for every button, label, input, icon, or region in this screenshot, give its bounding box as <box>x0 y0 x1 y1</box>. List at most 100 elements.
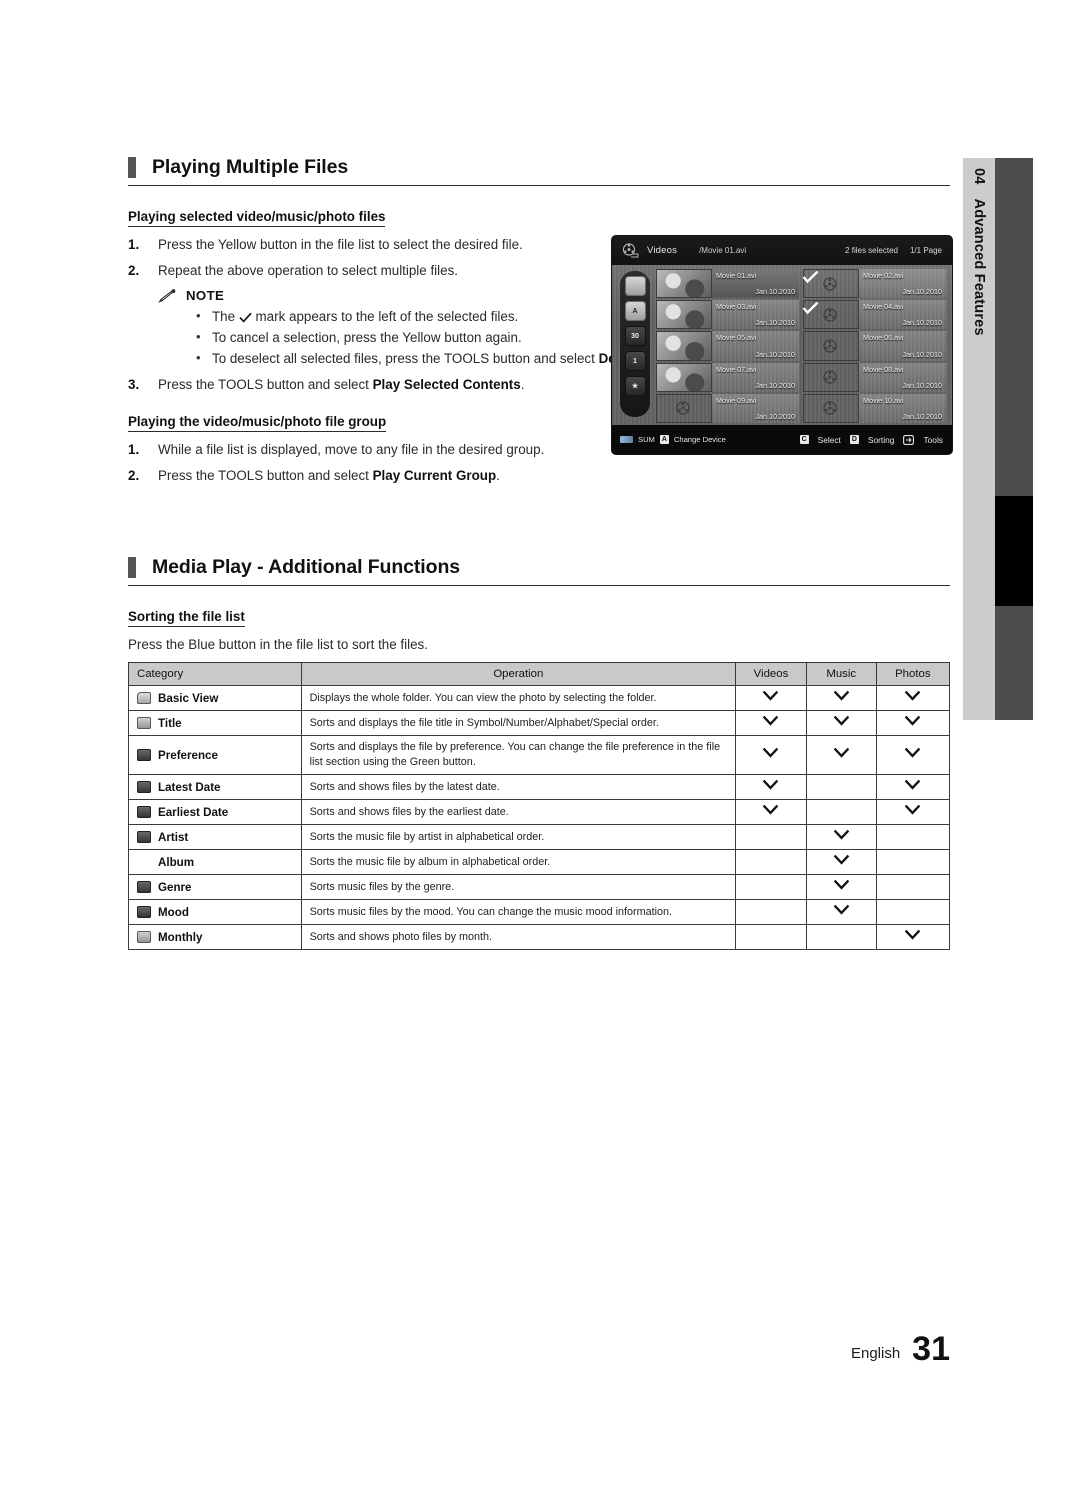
th-music: Music <box>805 662 877 686</box>
key-d-icon[interactable]: D <box>849 435 859 444</box>
tv-file-cell[interactable]: Movie 10.avi Jan.10.2010 <box>803 393 946 423</box>
checkmark-icon <box>802 301 819 315</box>
table-row: Title Sorts and displays the file title … <box>128 710 951 736</box>
category-label: Latest Date <box>158 780 221 794</box>
film-reel-icon <box>622 243 639 258</box>
cell-music <box>805 799 877 825</box>
tools-icon <box>903 434 915 445</box>
tv-file-name: Movie 05.avi <box>716 333 757 343</box>
tv-page-indicator: 1/1 Page <box>909 246 942 255</box>
cell-operation: Sorts music files by the genre. <box>300 874 737 900</box>
tv-file-cell[interactable]: Movie 07.avi Jan.10.2010 <box>656 362 799 392</box>
th-videos: Videos <box>735 662 807 686</box>
tv-file-meta: Movie 03.avi Jan.10.2010 <box>712 300 799 330</box>
cell-category: Earliest Date <box>128 799 302 825</box>
tv-change-device-label[interactable]: Change Device <box>674 435 726 444</box>
tv-file-thumbnail <box>656 331 712 361</box>
section-bullet-bar <box>128 557 136 578</box>
cell-videos <box>735 874 807 900</box>
category-label: Genre <box>158 880 192 894</box>
chevron-down-icon <box>833 854 849 865</box>
chevron-down-icon <box>833 829 849 840</box>
tv-file-name: Movie 07.avi <box>716 364 757 374</box>
table-row: Album Sorts the music file by album in a… <box>128 849 951 875</box>
genre-icon <box>137 881 151 893</box>
step-text: Press the TOOLS button and select Play C… <box>158 465 950 486</box>
tv-file-cell[interactable]: Movie 09.avi Jan.10.2010 <box>656 393 799 423</box>
sorting-intro-text: Press the Blue button in the file list t… <box>128 637 428 652</box>
film-reel-icon <box>823 370 837 384</box>
cell-music <box>805 924 877 950</box>
chevron-down-icon <box>833 715 849 726</box>
folder-icon[interactable] <box>624 276 646 296</box>
chevron-down-icon <box>763 747 779 758</box>
tv-file-thumbnail <box>656 300 712 330</box>
tv-file-cell[interactable]: Movie 06.avi Jan.10.2010 <box>803 331 946 361</box>
tv-header-bar: Videos /Movie 01.avi 2 files selected 1/… <box>612 236 952 265</box>
tv-file-cell[interactable]: Movie 02.avi Jan.10.2010 <box>802 269 946 299</box>
cell-photos <box>875 685 951 711</box>
tv-file-date: Jan.10.2010 <box>755 318 795 328</box>
step-text-bold: Play Current Group <box>372 468 497 483</box>
th-category: Category <box>128 662 302 686</box>
chevron-down-icon <box>763 804 779 815</box>
tv-footer-right: C Select D Sorting Tools <box>799 434 943 445</box>
tv-file-cell[interactable]: Movie 08.avi Jan.10.2010 <box>803 362 946 392</box>
tv-file-date: Jan.10.2010 <box>755 349 795 359</box>
key-c-icon[interactable]: C <box>799 435 809 444</box>
film-reel-icon <box>676 401 690 415</box>
cell-operation: Sorts and displays the file by preferenc… <box>300 735 737 775</box>
table-row: Basic View Displays the whole folder. Yo… <box>128 685 951 711</box>
pencil-icon <box>158 288 176 303</box>
cell-photos <box>875 735 951 775</box>
tv-file-date: Jan.10.2010 <box>902 318 942 328</box>
no-icon <box>137 856 151 868</box>
tv-file-name: Movie 09.avi <box>716 395 757 405</box>
cell-category: Basic View <box>128 685 302 711</box>
tv-file-cell[interactable]: Movie 03.avi Jan.10.2010 <box>656 300 799 330</box>
tv-file-cell[interactable]: Movie 01.avi Jan.10.2010 <box>656 269 799 299</box>
cell-photos <box>875 774 951 800</box>
folder-icon <box>137 692 151 704</box>
tv-header-right: 2 files selected 1/1 Page <box>845 246 942 255</box>
title-sort-icon[interactable]: A <box>624 301 646 321</box>
latest-date-icon[interactable]: 30 <box>624 326 646 346</box>
cell-category: Genre <box>128 874 302 900</box>
note-text: To cancel a selection, press the Yellow … <box>212 330 522 345</box>
tv-file-name: Movie 02.avi <box>863 271 904 280</box>
tv-tools-label[interactable]: Tools <box>923 435 943 445</box>
film-reel-icon <box>823 401 837 415</box>
tv-sorting-label[interactable]: Sorting <box>868 435 895 445</box>
category-label: Artist <box>158 830 189 844</box>
checkmark-icon <box>239 312 252 323</box>
tv-file-thumbnail <box>656 362 712 392</box>
preference-star-icon <box>137 749 151 761</box>
table-row: Artist Sorts the music file by artist in… <box>128 824 951 850</box>
cell-videos <box>735 899 807 925</box>
chevron-down-icon <box>833 904 849 915</box>
tv-file-cell[interactable]: Movie 05.avi Jan.10.2010 <box>656 331 799 361</box>
tv-file-thumbnail <box>803 331 859 361</box>
tv-file-grid: Movie 01.avi Jan.10.2010 Movie 02.avi Ja… <box>656 269 946 423</box>
tv-file-cell[interactable]: Movie 04.avi Jan.10.2010 <box>802 300 946 330</box>
key-a-icon[interactable]: A <box>659 435 669 444</box>
preference-star-icon[interactable]: ★ <box>624 376 646 396</box>
tv-file-date: Jan.10.2010 <box>755 287 795 297</box>
earliest-date-icon[interactable]: 1 <box>624 351 646 371</box>
monthly-icon <box>137 931 151 943</box>
cell-music <box>805 710 877 736</box>
tv-file-list-body: A 30 1 ★ Movie 01.avi Jan.10.2010 Movie … <box>612 265 952 425</box>
table-header-row: Category Operation Videos Music Photos <box>128 662 951 686</box>
cell-category: Preference <box>128 735 302 775</box>
tv-file-date: Jan.10.2010 <box>902 287 942 297</box>
tv-file-name: Movie 01.avi <box>716 271 757 280</box>
tv-file-meta: Movie 09.avi Jan.10.2010 <box>712 393 799 423</box>
tv-file-name: Movie 06.avi <box>863 333 904 343</box>
chapter-tab: 04 Advanced Features <box>963 158 995 720</box>
tv-select-label[interactable]: Select <box>818 435 841 445</box>
cell-videos <box>735 735 807 775</box>
note-text-pre: To deselect all selected files, press th… <box>212 351 599 366</box>
category-label: Earliest Date <box>158 805 229 819</box>
manual-page: 04 Advanced Features Playing Multiple Fi… <box>0 0 1080 1494</box>
table-row: Monthly Sorts and shows photo files by m… <box>128 924 951 950</box>
